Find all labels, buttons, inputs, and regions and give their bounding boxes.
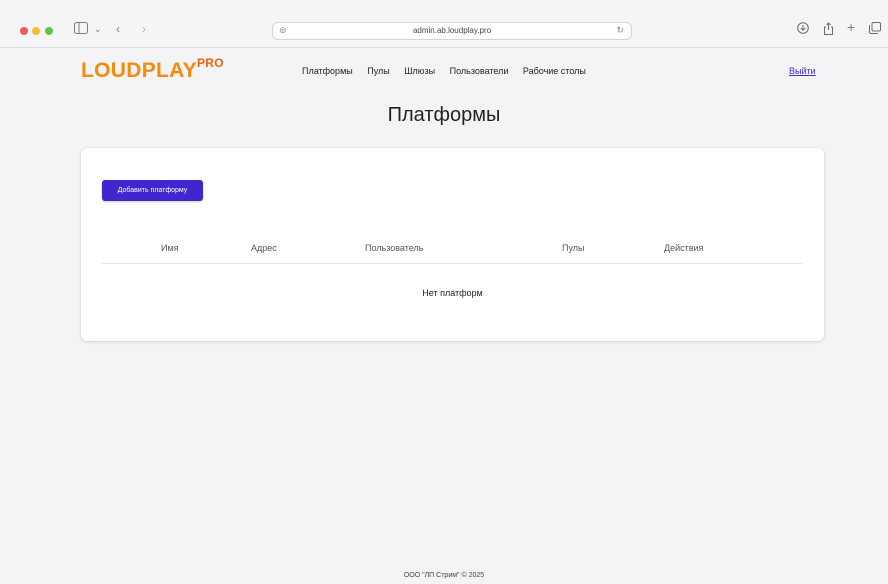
tab-overview-icon[interactable] <box>869 22 881 37</box>
nav-item-desktops[interactable]: Рабочие столы <box>523 66 586 76</box>
column-header-actions: Действия <box>664 243 704 253</box>
url-text: admin.ab.loudplay.pro <box>412 26 492 35</box>
sidebar-icon[interactable] <box>74 22 88 37</box>
logo[interactable]: LOUDPLAYPRO <box>81 56 224 83</box>
footer-copyright: ООО "ЛП Стрим" © 2025 <box>403 572 485 579</box>
minimize-window-button[interactable] <box>32 27 40 35</box>
empty-state-message: Нет платформ <box>422 288 483 298</box>
main-nav: Платформы Пулы Шлюзы Пользователи Рабочи… <box>302 66 598 76</box>
table-divider <box>102 263 802 264</box>
column-header-address: Адрес <box>251 243 277 253</box>
add-platform-button[interactable]: Добавить платформу <box>102 180 203 201</box>
new-tab-icon[interactable]: + <box>847 20 855 34</box>
share-icon[interactable] <box>823 22 834 38</box>
chevron-down-icon[interactable]: ⌄ <box>94 22 102 36</box>
nav-item-gateways[interactable]: Шлюзы <box>404 66 435 76</box>
column-header-pools: Пулы <box>562 243 585 253</box>
platforms-card: Добавить платформу Имя Адрес Пользовател… <box>81 148 824 341</box>
maximize-window-button[interactable] <box>45 27 53 35</box>
close-window-button[interactable] <box>20 27 28 35</box>
logo-superscript: PRO <box>196 56 224 70</box>
browser-toolbar: ⌄ ‹ › ⊜ admin.ab.loudplay.pro ↻ + <box>0 0 888 48</box>
logo-text: LOUDPLAY <box>81 59 197 82</box>
page-title: Платформы <box>387 104 501 126</box>
download-icon[interactable] <box>797 22 809 37</box>
nav-item-pools[interactable]: Пулы <box>367 66 390 76</box>
address-bar[interactable]: ⊜ admin.ab.loudplay.pro ↻ <box>272 22 632 40</box>
column-header-user: Пользователь <box>365 243 424 253</box>
nav-item-users[interactable]: Пользователи <box>450 66 509 76</box>
logout-link[interactable]: Выйти <box>789 66 816 76</box>
reload-icon[interactable]: ↻ <box>616 25 624 36</box>
back-icon[interactable]: ‹ <box>116 22 120 36</box>
forward-icon[interactable]: › <box>142 22 146 36</box>
column-header-name: Имя <box>161 243 179 253</box>
nav-item-platforms[interactable]: Платформы <box>302 66 353 76</box>
